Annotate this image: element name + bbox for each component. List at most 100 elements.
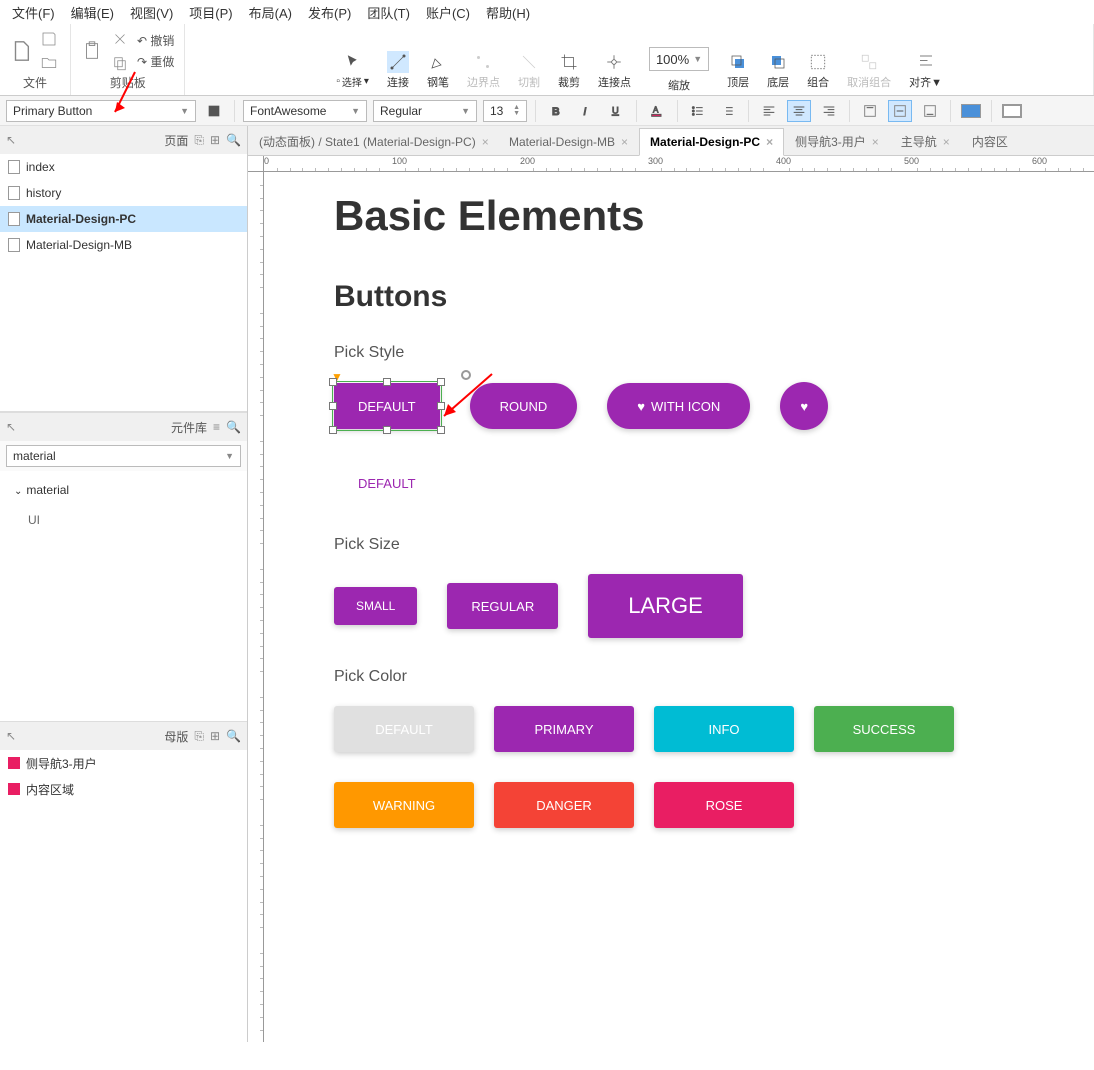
tab-content[interactable]: 内容区 [961, 127, 1019, 155]
resize-handle[interactable] [329, 426, 337, 434]
valign-top-icon[interactable] [858, 100, 882, 122]
add-master-icon[interactable]: ⎘ [194, 729, 204, 744]
redo-button[interactable]: ↷ 重做 [137, 52, 174, 71]
copy-icon[interactable] [109, 52, 131, 74]
warning-color-button[interactable]: WARNING [334, 782, 474, 828]
fill-color-icon[interactable] [959, 100, 983, 122]
page-item[interactable]: Material-Design-MB [0, 232, 247, 258]
with-icon-button[interactable]: ♥WITH ICON [607, 383, 750, 429]
library-branch[interactable]: ⌄material [8, 479, 239, 501]
align-icon[interactable] [915, 51, 937, 73]
align-label[interactable]: 对齐▼ [909, 74, 942, 90]
tab-material-mb[interactable]: Material-Design-MB× [498, 127, 639, 155]
close-icon[interactable]: × [872, 135, 879, 149]
align-left-icon[interactable] [757, 100, 781, 122]
add-master-folder-icon[interactable]: ⊞ [210, 729, 220, 743]
canvas-area[interactable]: 0100200300400500600 0100200300400500600 … [248, 156, 1094, 1042]
menu-team[interactable]: 团队(T) [359, 1, 418, 24]
icon-only-button[interactable]: ♥ [780, 382, 828, 430]
danger-color-button[interactable]: DANGER [494, 782, 634, 828]
library-leaf[interactable]: UI [8, 509, 239, 531]
close-icon[interactable]: × [482, 135, 489, 149]
open-icon[interactable] [38, 52, 60, 74]
zoom-combo[interactable]: 100%▼ [649, 47, 709, 71]
resize-handle[interactable] [437, 402, 445, 410]
menu-help[interactable]: 帮助(H) [478, 1, 538, 24]
selection-outline[interactable]: ▼ [332, 381, 442, 431]
library-leaf[interactable] [8, 501, 239, 509]
crop-tool-icon[interactable] [558, 51, 580, 73]
close-icon[interactable]: × [766, 135, 773, 149]
resize-handle[interactable] [383, 426, 391, 434]
small-button[interactable]: SMALL [334, 587, 417, 625]
menu-arrange[interactable]: 布局(A) [241, 1, 300, 24]
tab-sidenav[interactable]: 侧导航3-用户× [784, 127, 890, 155]
connect-tool-icon[interactable] [387, 51, 409, 73]
master-item[interactable]: 侧导航3-用户 [0, 750, 247, 776]
group-icon[interactable] [807, 51, 829, 73]
cut-icon[interactable] [109, 28, 131, 50]
close-icon[interactable]: × [943, 135, 950, 149]
align-center-icon[interactable] [787, 100, 811, 122]
menu-project[interactable]: 项目(P) [181, 1, 240, 24]
resize-handle[interactable] [329, 402, 337, 410]
resize-handle[interactable] [383, 378, 391, 386]
resize-handle[interactable] [437, 426, 445, 434]
info-color-button[interactable]: INFO [654, 706, 794, 752]
italic-icon[interactable]: I [574, 100, 598, 122]
add-page-icon[interactable]: ⎘ [194, 133, 204, 148]
save-icon[interactable] [38, 28, 60, 50]
new-file-icon[interactable] [10, 40, 32, 62]
connpt-tool-icon[interactable] [603, 51, 625, 73]
page-item[interactable]: Material-Design-PC [0, 206, 247, 232]
bring-front-icon[interactable] [727, 51, 749, 73]
widget-name-combo[interactable]: Primary Button▼ [6, 100, 196, 122]
pen-tool-icon[interactable] [427, 51, 449, 73]
search-library-icon[interactable]: 🔍 [226, 420, 241, 434]
font-size-combo[interactable]: 13▲▼ [483, 100, 527, 122]
font-family-combo[interactable]: FontAwesome▼ [243, 100, 367, 122]
text-color-icon[interactable]: A [645, 100, 669, 122]
valign-middle-icon[interactable] [888, 100, 912, 122]
page-item[interactable]: history [0, 180, 247, 206]
search-pages-icon[interactable]: 🔍 [226, 133, 241, 147]
undo-button[interactable]: ↶ 撤销 [137, 31, 174, 50]
search-masters-icon[interactable]: 🔍 [226, 729, 241, 743]
design-surface[interactable]: Basic Elements Buttons Pick Style DEFAUL… [264, 172, 1094, 1042]
regular-button[interactable]: REGULAR [447, 583, 558, 629]
large-button[interactable]: LARGE [588, 574, 743, 638]
close-icon[interactable]: × [621, 135, 628, 149]
menu-view[interactable]: 视图(V) [122, 1, 181, 24]
primary-color-button[interactable]: PRIMARY [494, 706, 634, 752]
success-color-button[interactable]: SUCCESS [814, 706, 954, 752]
tab-dynamic-panel[interactable]: (动态面板) / State1 (Material-Design-PC)× [248, 127, 498, 155]
library-menu-icon[interactable]: ≡ [213, 420, 220, 434]
bullets-icon[interactable] [686, 100, 710, 122]
notes-icon[interactable] [202, 100, 226, 122]
pin-icon[interactable]: ↖ [6, 729, 16, 743]
menu-file[interactable]: 文件(F) [4, 1, 63, 24]
ghost-button[interactable]: DEFAULT [334, 460, 440, 506]
tab-material-pc[interactable]: Material-Design-PC× [639, 128, 784, 156]
align-right-icon[interactable] [817, 100, 841, 122]
menu-account[interactable]: 账户(C) [418, 1, 478, 24]
pin-icon[interactable]: ↖ [6, 420, 16, 434]
default-color-button[interactable]: DEFAULT [334, 706, 474, 752]
send-back-icon[interactable] [767, 51, 789, 73]
bold-icon[interactable]: B [544, 100, 568, 122]
round-button[interactable]: ROUND [470, 383, 578, 429]
font-weight-combo[interactable]: Regular▼ [373, 100, 477, 122]
underline-icon[interactable]: U [604, 100, 628, 122]
menu-publish[interactable]: 发布(P) [300, 1, 359, 24]
master-item[interactable]: 内容区域 [0, 776, 247, 802]
library-select[interactable]: material▼ [6, 445, 241, 467]
paste-icon[interactable] [81, 40, 103, 62]
resize-handle[interactable] [437, 378, 445, 386]
select-tool-icon[interactable] [342, 51, 364, 73]
page-item[interactable]: index [0, 154, 247, 180]
pin-icon[interactable]: ↖ [6, 133, 16, 147]
valign-bottom-icon[interactable] [918, 100, 942, 122]
tab-mainnav[interactable]: 主导航× [890, 127, 961, 155]
rose-color-button[interactable]: ROSE [654, 782, 794, 828]
resize-handle[interactable] [329, 378, 337, 386]
